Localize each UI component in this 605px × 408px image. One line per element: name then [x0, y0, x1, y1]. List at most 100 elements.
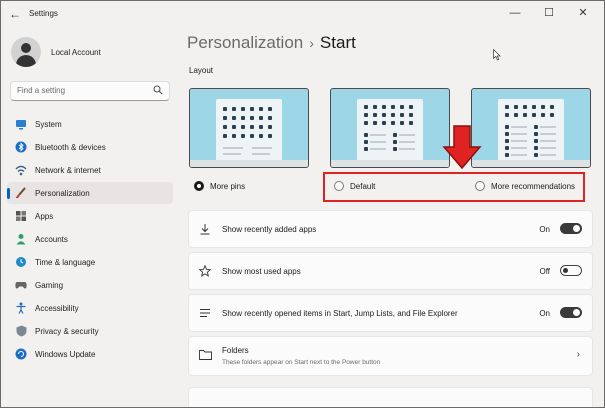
sidebar-item-privacy-security[interactable]: Privacy & security [7, 320, 173, 342]
preview-icon [268, 134, 272, 138]
preview-icon [534, 125, 538, 129]
radio-button[interactable] [475, 181, 485, 191]
preview-icon [268, 125, 272, 129]
preview-line [399, 134, 415, 136]
preview-icon [364, 105, 368, 109]
sidebar-item-time-language[interactable]: Time & language [7, 251, 173, 273]
toggle-state-text: On [539, 225, 550, 234]
maximize-button[interactable]: ☐ [532, 3, 566, 23]
preview-icon [532, 113, 536, 117]
wifi-icon [15, 164, 27, 176]
preview-line [252, 147, 272, 149]
preview-line [511, 147, 527, 149]
download-icon [199, 223, 211, 238]
setting-row-most-used: Show most used apps Off [188, 252, 593, 290]
layout-thumb-more-pins[interactable] [189, 88, 309, 168]
toggle-state-text: Off [539, 267, 550, 276]
sidebar-item-personalization[interactable]: Personalization [7, 182, 173, 204]
preview-icon [382, 121, 386, 125]
preview-icon [534, 146, 538, 150]
breadcrumb-current: Start [319, 33, 356, 52]
setting-row-recently-opened: Show recently opened items in Start, Jum… [188, 294, 593, 332]
preview-icon [391, 113, 395, 117]
preview-icon [550, 113, 554, 117]
preview-line [540, 133, 556, 135]
radio-default[interactable]: Default [334, 181, 375, 191]
preview-icon [223, 116, 227, 120]
settings-window: ← Settings — ☐ ✕ Local Account System [0, 0, 605, 408]
preview-line [399, 148, 415, 150]
preview-line [540, 126, 556, 128]
search-input[interactable] [17, 86, 147, 95]
shield-icon [15, 325, 27, 337]
preview-icon [382, 105, 386, 109]
preview-icon [241, 116, 245, 120]
radio-button-selected[interactable] [194, 181, 204, 191]
close-button[interactable]: ✕ [566, 3, 600, 23]
search-icon[interactable] [153, 85, 163, 98]
preview-icon [532, 105, 536, 109]
preview-line [252, 153, 270, 155]
bluetooth-icon [15, 141, 27, 153]
preview-icon [400, 113, 404, 117]
sidebar-item-bluetooth[interactable]: Bluetooth & devices [7, 136, 173, 158]
mouse-cursor-icon [493, 49, 501, 61]
sidebar-nav: System Bluetooth & devices Network & int… [7, 113, 173, 366]
sidebar-item-accessibility[interactable]: Accessibility [7, 297, 173, 319]
sidebar-item-system[interactable]: System [7, 113, 173, 135]
radio-more-recommendations[interactable]: More recommendations [475, 181, 575, 191]
brush-icon [15, 187, 27, 199]
sidebar-item-apps[interactable]: Apps [7, 205, 173, 227]
page-title: Personalization › Start [187, 33, 356, 53]
preview-line [370, 141, 386, 143]
preview-icon [259, 107, 263, 111]
preview-icon [373, 113, 377, 117]
sidebar-item-gaming[interactable]: Gaming [7, 274, 173, 296]
title-bar: ← Settings — ☐ ✕ [1, 1, 604, 27]
layout-section-label: Layout [189, 66, 214, 75]
minimize-button[interactable]: — [498, 3, 532, 23]
preview-line [540, 154, 556, 156]
breadcrumb-personalization[interactable]: Personalization [187, 33, 303, 52]
preview-icon [364, 147, 368, 151]
preview-icon [514, 105, 518, 109]
layout-thumb-default[interactable] [330, 88, 450, 168]
toggle-switch[interactable] [560, 265, 582, 276]
preview-icon [409, 121, 413, 125]
back-arrow-icon[interactable]: ← [9, 7, 21, 21]
sidebar-item-accounts[interactable]: Accounts [7, 228, 173, 250]
folder-icon [199, 349, 212, 363]
preview-icon [223, 134, 227, 138]
app-title: Settings [29, 9, 58, 18]
radio-button[interactable] [334, 181, 344, 191]
toggle-switch[interactable] [560, 307, 582, 318]
person-icon [15, 233, 27, 245]
preview-line [511, 154, 527, 156]
preview-icon [223, 107, 227, 111]
preview-icon [534, 153, 538, 157]
toggle-switch[interactable] [560, 223, 582, 234]
preview-icon [364, 140, 368, 144]
apps-icon [15, 210, 27, 222]
preview-icon [241, 134, 245, 138]
preview-icon [259, 125, 263, 129]
preview-icon [409, 105, 413, 109]
preview-icon [373, 105, 377, 109]
preview-icon [541, 113, 545, 117]
preview-line [511, 140, 527, 142]
preview-line [370, 148, 386, 150]
setting-row-folders[interactable]: Folders These folders appear on Start ne… [188, 336, 593, 376]
preview-icon [241, 125, 245, 129]
radio-more-pins[interactable]: More pins [194, 181, 245, 191]
preview-icon [241, 107, 245, 111]
window-controls: — ☐ ✕ [498, 3, 600, 23]
preview-icon [541, 105, 545, 109]
sidebar-item-network[interactable]: Network & internet [7, 159, 173, 181]
preview-icon [523, 113, 527, 117]
preview-line [511, 126, 527, 128]
preview-icon [400, 121, 404, 125]
layout-thumb-more-recommendations[interactable] [471, 88, 591, 168]
search-box[interactable] [10, 81, 170, 101]
account-profile[interactable]: Local Account [11, 37, 101, 67]
sidebar-item-windows-update[interactable]: Windows Update [7, 343, 173, 365]
